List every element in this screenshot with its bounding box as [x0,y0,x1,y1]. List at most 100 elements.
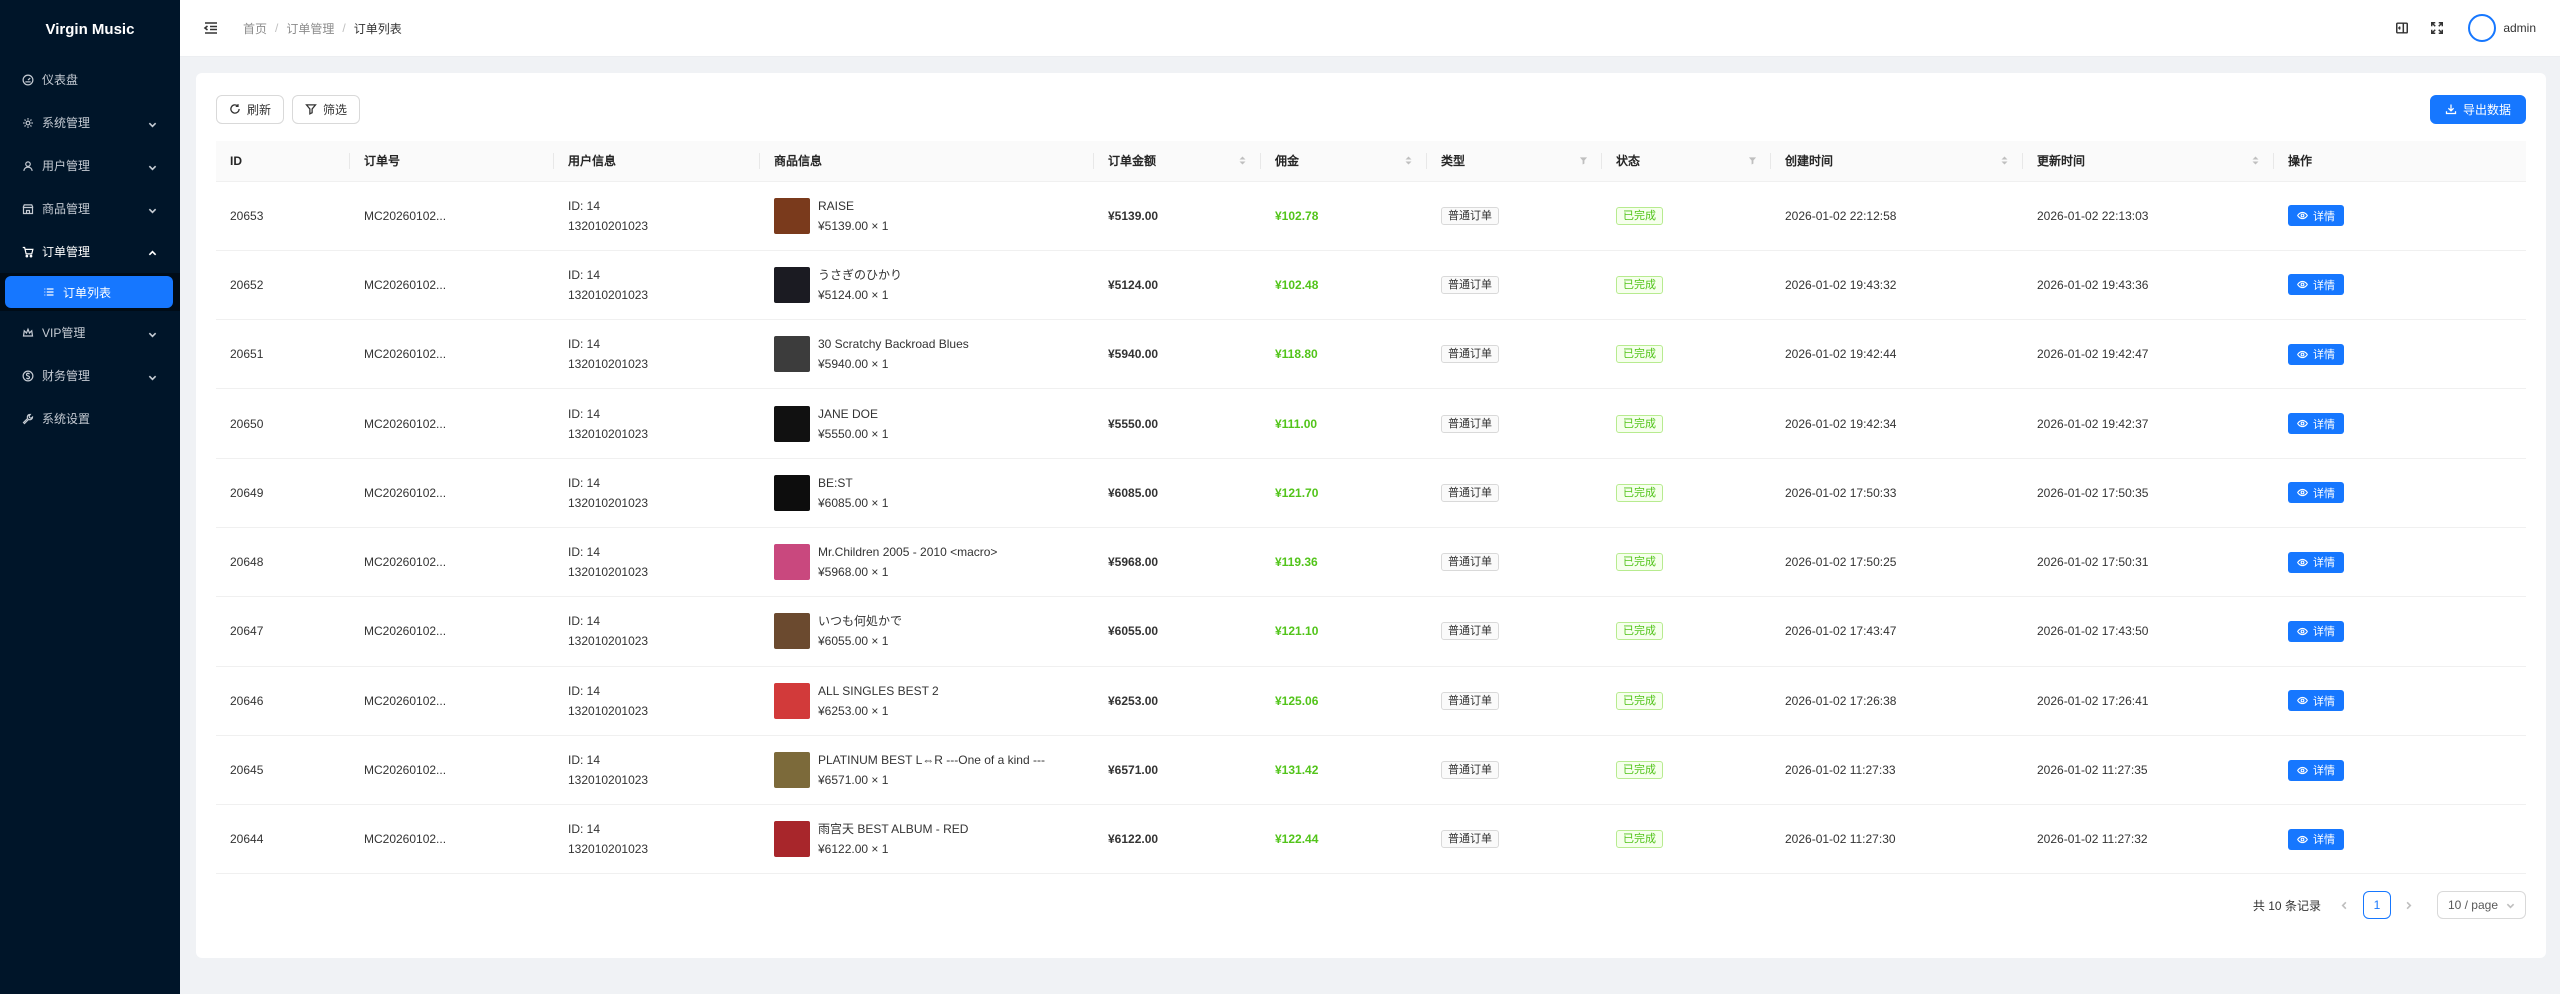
cell-order-no: MC20260102... [350,388,554,459]
user-phone: 132010201023 [568,842,649,857]
cell-goods: 30 Scratchy Backroad Blues ¥5940.00 × 1 [760,319,1094,390]
sidebar-item-finance[interactable]: 财务管理 [0,354,180,397]
cell-goods: 雨宫天 BEST ALBUM - RED ¥6122.00 × 1 [760,804,1094,875]
sidebar-item-order-list[interactable]: 订单列表 [5,276,173,308]
sidebar-item-label: 订单列表 [63,285,112,300]
eye-icon [2297,835,2308,843]
refresh-button[interactable]: 刷新 [216,94,285,124]
detail-button[interactable]: 详情 [2288,690,2344,712]
breadcrumb-home[interactable]: 首页 [243,20,267,37]
sidebar-item-dashboard[interactable]: 仪表盘 [0,58,180,101]
col-header-updated[interactable]: 更新时间 [2023,141,2274,182]
detail-button[interactable]: 详情 [2288,274,2344,296]
cell-status: 已完成 [1602,596,1771,667]
col-header-commission[interactable]: 佣金 [1261,141,1427,182]
cell-created: 2026-01-02 22:12:58 [1771,181,2023,251]
cell-created: 2026-01-02 19:42:34 [1771,388,2023,459]
sort-icon[interactable] [1404,155,1413,166]
cell-amount: ¥6085.00 [1094,458,1261,528]
detail-label: 详情 [2313,834,2335,847]
status-badge: 已完成 [1616,622,1663,641]
breadcrumb-current: 订单列表 [353,21,402,36]
status-badge: 已完成 [1616,345,1663,364]
cell-type: 普通订单 [1427,735,1602,806]
cell-actions: 详情 [2274,527,2526,598]
app-logo: Virgin Music [45,20,135,38]
table-row: 20652 MC20260102... ID: 14 132010201023 うさぎの… [216,250,2526,321]
col-header-order-no: 订单号 [350,141,554,182]
col-header-type[interactable]: 类型 [1427,141,1602,182]
sort-icon[interactable] [2000,155,2009,166]
filter-icon [305,104,317,115]
menu-fold-icon[interactable] [202,19,220,37]
goods-price-qty: ¥5139.00 × 1 [818,218,889,233]
cell-actions: 详情 [2274,250,2526,321]
cell-amount: ¥5968.00 [1094,527,1261,598]
cell-commission: ¥125.06 [1261,666,1427,736]
cell-id: 20647 [216,596,350,667]
detail-button[interactable]: 详情 [2288,759,2344,781]
detail-label: 详情 [2313,349,2335,362]
cell-amount: ¥6571.00 [1094,735,1261,806]
user-id: ID: 14 [568,198,601,213]
user-id: ID: 14 [568,614,601,629]
sidebar-item-orders[interactable]: 订单管理 [0,230,180,273]
export-data-button[interactable]: 导出数据 [2429,94,2526,124]
eye-icon [2297,697,2308,705]
layout-icon[interactable] [2394,20,2410,36]
filter-icon[interactable] [1579,155,1588,166]
detail-button[interactable]: 详情 [2288,482,2344,504]
sort-icon[interactable] [1238,155,1247,166]
goods-name: いつも何処かで [818,614,903,629]
type-tag: 普通订单 [1441,414,1499,433]
sort-icon[interactable] [2251,155,2260,166]
cell-id: 20644 [216,804,350,875]
album-cover-image [774,266,810,303]
type-tag: 普通订单 [1441,275,1499,294]
type-tag: 普通订单 [1441,206,1499,225]
sidebar-item-products[interactable]: 商品管理 [0,187,180,230]
detail-button[interactable]: 详情 [2288,551,2344,573]
sidebar-item-vip[interactable]: VIP管理 [0,311,180,354]
sidebar-item-settings[interactable]: 系统设置 [0,397,180,440]
detail-button[interactable]: 详情 [2288,620,2344,642]
cell-updated: 2026-01-02 11:27:32 [2023,804,2274,875]
next-page-icon[interactable] [2395,891,2423,919]
detail-button[interactable]: 详情 [2288,343,2344,365]
cell-user: ID: 14 132010201023 [554,181,760,251]
prev-page-icon[interactable] [2331,891,2359,919]
detail-button[interactable]: 详情 [2288,205,2344,227]
detail-button[interactable]: 详情 [2288,828,2344,850]
cell-id: 20650 [216,388,350,459]
user-id: ID: 14 [568,475,601,490]
filter-icon[interactable] [1748,155,1757,166]
page-number-current[interactable]: 1 [2362,891,2391,919]
breadcrumb-orders[interactable]: 订单管理 [286,20,334,37]
col-header-status[interactable]: 状态 [1602,141,1771,182]
sidebar-item-users[interactable]: 用户管理 [0,144,180,187]
col-header-amount[interactable]: 订单金额 [1094,141,1261,182]
cell-id: 20649 [216,458,350,528]
sidebar-item-label: 商品管理 [42,202,91,216]
sidebar-item-system[interactable]: 系统管理 [0,101,180,144]
cell-user: ID: 14 132010201023 [554,596,760,667]
album-cover-image [774,682,810,719]
filter-button[interactable]: 筛选 [292,94,361,124]
page-size-select[interactable]: 10 / page [2436,891,2526,919]
cell-status: 已完成 [1602,666,1771,736]
cell-created: 2026-01-02 17:50:25 [1771,527,2023,598]
cell-id: 20645 [216,735,350,806]
order-table-container: ID 订单号 用户信息 商品信息 订单金额 佣金 类型 状态 创建时间 更新时间… [216,141,2526,875]
goods-price-qty: ¥6085.00 × 1 [818,495,889,510]
username[interactable]: admin [2503,21,2536,35]
fullscreen-icon[interactable] [2429,20,2445,36]
cell-commission: ¥102.48 [1261,250,1427,321]
cell-status: 已完成 [1602,458,1771,528]
cell-goods: いつも何処かで ¥6055.00 × 1 [760,596,1094,667]
page-size-value: 10 / page [2447,898,2498,912]
avatar[interactable] [2468,14,2497,42]
col-header-created[interactable]: 创建时间 [1771,141,2023,182]
detail-button[interactable]: 详情 [2288,413,2344,435]
goods-name: PLATINUM BEST L⇔R ---One of a kind --- [818,753,1045,768]
cell-updated: 2026-01-02 17:43:50 [2023,596,2274,667]
